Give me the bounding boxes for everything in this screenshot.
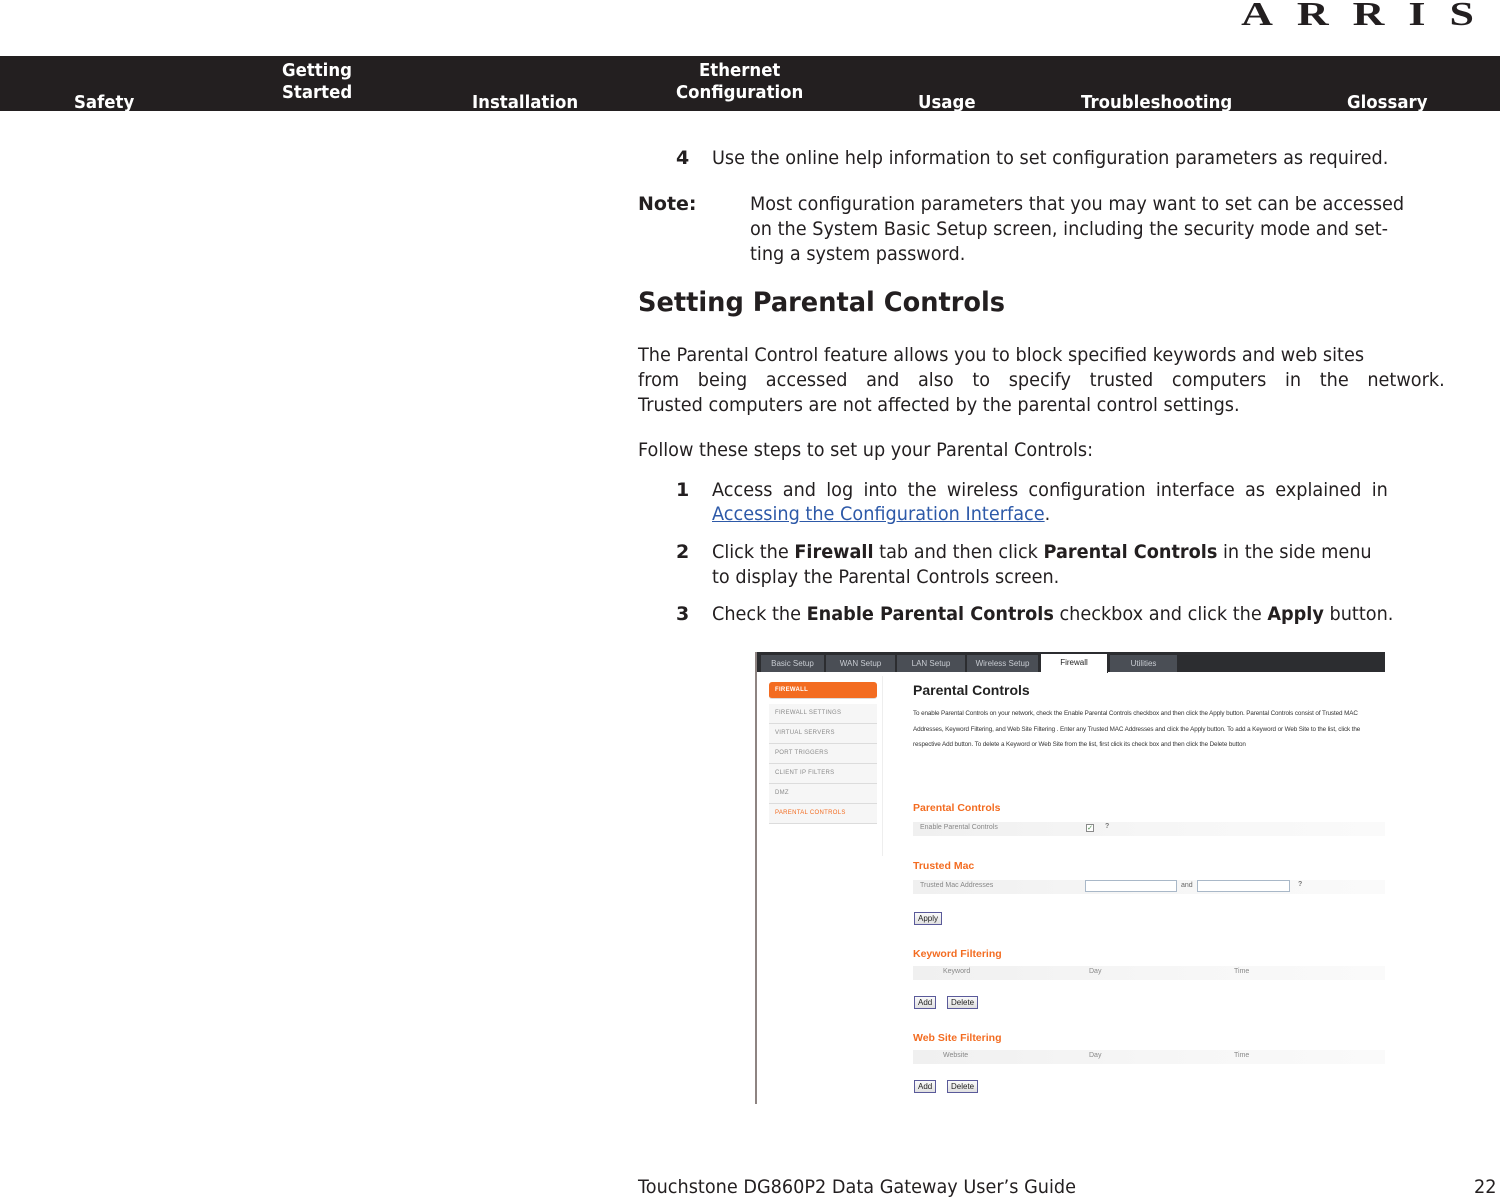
step-2-post: in the side menu	[1217, 541, 1372, 563]
nav-ethernet-line1: Ethernet	[698, 60, 781, 81]
screenshot-description: To enable Parental Controls on your netw…	[913, 710, 1361, 748]
keyword-header-row	[913, 966, 1385, 980]
step-3-pre: Check the	[712, 603, 807, 625]
accessing-config-interface-link[interactable]: Accessing the Configuration Interface	[712, 503, 1045, 525]
nav-troubleshooting-label: Troubleshooting	[1081, 92, 1233, 113]
step-2-mid: tab and then click	[873, 541, 1044, 563]
apply-button[interactable]: Apply	[914, 912, 943, 925]
intro-line-2: from being accessed and also to specify …	[638, 369, 1445, 391]
side-menu-firewall-settings[interactable]: FIREWALL SETTINGS	[769, 704, 877, 724]
follow-steps-text: Follow these steps to set up your Parent…	[638, 439, 1094, 461]
nav-installation[interactable]: Installation	[472, 70, 578, 114]
note-line-3: ting a system password.	[750, 243, 966, 265]
step-2-parental-controls: Parental Controls	[1043, 541, 1218, 563]
intro-line-3: Trusted computers are not affected by th…	[638, 394, 1240, 416]
tab-lan-setup[interactable]: LAN Setup	[897, 655, 966, 672]
nav-getting-started-line2: Started	[282, 82, 353, 103]
trusted-mac-input-2[interactable]	[1197, 880, 1290, 892]
nav-glossary[interactable]: Glossary	[1347, 70, 1428, 114]
help-icon[interactable]: ?	[1105, 823, 1109, 830]
keyword-delete-button[interactable]: Delete	[947, 996, 979, 1009]
nav-troubleshooting[interactable]: Troubleshooting	[1081, 70, 1232, 114]
tab-wan-setup[interactable]: WAN Setup	[826, 655, 896, 672]
day-column-header: Day	[1089, 968, 1102, 975]
step-1-text: Access and log into the wireless configu…	[712, 479, 1388, 501]
step-3-post: button.	[1323, 603, 1394, 625]
side-menu-port-triggers[interactable]: PORT TRIGGERS	[769, 744, 877, 764]
nav-usage-label: Usage	[918, 92, 976, 113]
section-web-site-filtering: Web Site Filtering	[913, 1032, 1002, 1044]
website-column-header: Website	[943, 1052, 969, 1059]
nav-usage[interactable]: Usage	[918, 70, 976, 114]
step-3-line: Check the Enable Parental Controls check…	[712, 602, 1393, 627]
nav-safety-label: Safety	[74, 92, 135, 113]
step-1-period: .	[1044, 503, 1051, 525]
side-menu-virtual-servers[interactable]: VIRTUAL SERVERS	[769, 724, 877, 744]
website-add-button[interactable]: Add	[914, 1080, 937, 1093]
step-4-number: 4	[676, 147, 690, 169]
enable-parental-controls-checkbox[interactable]: ✓	[1086, 824, 1094, 832]
step-1-link-line: Accessing the Configuration Interface.	[712, 502, 1050, 527]
parental-controls-screenshot: Basic Setup WAN Setup LAN Setup Wireless…	[755, 652, 1385, 1104]
nav-ethernet-line2: Configuration	[676, 82, 804, 103]
tab-utilities[interactable]: Utilities	[1110, 655, 1178, 672]
note-label: Note:	[638, 193, 697, 215]
tab-wireless-setup[interactable]: Wireless Setup	[967, 655, 1039, 672]
footer-guide-title: Touchstone DG860P2 Data Gateway User’s G…	[638, 1176, 1076, 1198]
nav-getting-started-line1: Getting	[282, 60, 352, 81]
step-1-number: 1	[676, 479, 690, 501]
section-heading: Setting Parental Controls	[638, 287, 1006, 318]
nav-installation-label: Installation	[472, 92, 579, 113]
time-column-header: Time	[1234, 1052, 1250, 1059]
step-3-mid: checkbox and click the	[1053, 603, 1268, 625]
keyword-add-button[interactable]: Add	[914, 996, 937, 1009]
step-2-line-2: to display the Parental Controls screen.	[712, 566, 1060, 588]
nav-getting-started[interactable]: Getting Started	[282, 60, 352, 104]
step-2-number: 2	[676, 541, 690, 563]
side-menu-parental-controls[interactable]: PARENTAL CONTROLS	[769, 804, 877, 824]
page-number: 22	[1474, 1176, 1497, 1198]
router-tab-bar: Basic Setup WAN Setup LAN Setup Wireless…	[757, 652, 1385, 673]
chapter-nav-bar: Safety Getting Started Installation Ethe…	[0, 56, 1500, 114]
website-delete-button[interactable]: Delete	[947, 1080, 979, 1093]
step-4-text: Use the online help information to set c…	[712, 147, 1389, 169]
keyword-column-header: Keyword	[943, 968, 971, 975]
step-3-number: 3	[676, 603, 690, 625]
enable-parental-controls-label: Enable Parental Controls	[920, 824, 998, 831]
note-line-2: on the System Basic Setup screen, includ…	[750, 218, 1389, 240]
step-2-firewall: Firewall	[794, 541, 874, 563]
step-3-apply: Apply	[1267, 603, 1324, 625]
arris-logo: ARRIS	[1241, 0, 1498, 33]
day-column-header: Day	[1089, 1052, 1102, 1059]
side-menu-dmz[interactable]: DMZ	[769, 784, 877, 804]
step-2-pre: Click the	[712, 541, 795, 563]
time-column-header: Time	[1234, 968, 1250, 975]
step-3-enable: Enable Parental Controls	[806, 603, 1054, 625]
section-trusted-mac: Trusted Mac	[913, 860, 975, 872]
and-label: and	[1181, 882, 1193, 889]
tab-firewall[interactable]: Firewall	[1041, 654, 1108, 673]
help-icon[interactable]: ?	[1298, 881, 1302, 888]
nav-safety[interactable]: Safety	[74, 70, 134, 114]
screenshot-page-title: Parental Controls	[913, 682, 1030, 698]
section-parental-controls: Parental Controls	[913, 802, 1001, 814]
nav-glossary-label: Glossary	[1347, 92, 1428, 113]
nav-ethernet-configuration[interactable]: Ethernet Configuration	[676, 60, 803, 104]
tab-basic-setup[interactable]: Basic Setup	[761, 655, 825, 672]
trusted-mac-label: Trusted Mac Addresses	[920, 882, 994, 889]
section-keyword-filtering: Keyword Filtering	[913, 948, 1002, 960]
firewall-side-menu: FIREWALL FIREWALL SETTINGS VIRTUAL SERVE…	[769, 682, 877, 824]
intro-line-1: The Parental Control feature allows you …	[638, 344, 1365, 366]
website-header-row	[913, 1050, 1385, 1064]
note-line-1: Most configuration parameters that you m…	[750, 193, 1405, 215]
step-2-line-1: Click the Firewall tab and then click Pa…	[712, 540, 1372, 565]
side-menu-client-ip-filters[interactable]: CLIENT IP FILTERS	[769, 764, 877, 784]
trusted-mac-input-1[interactable]	[1085, 880, 1177, 892]
side-menu-firewall-header: FIREWALL	[769, 682, 877, 699]
